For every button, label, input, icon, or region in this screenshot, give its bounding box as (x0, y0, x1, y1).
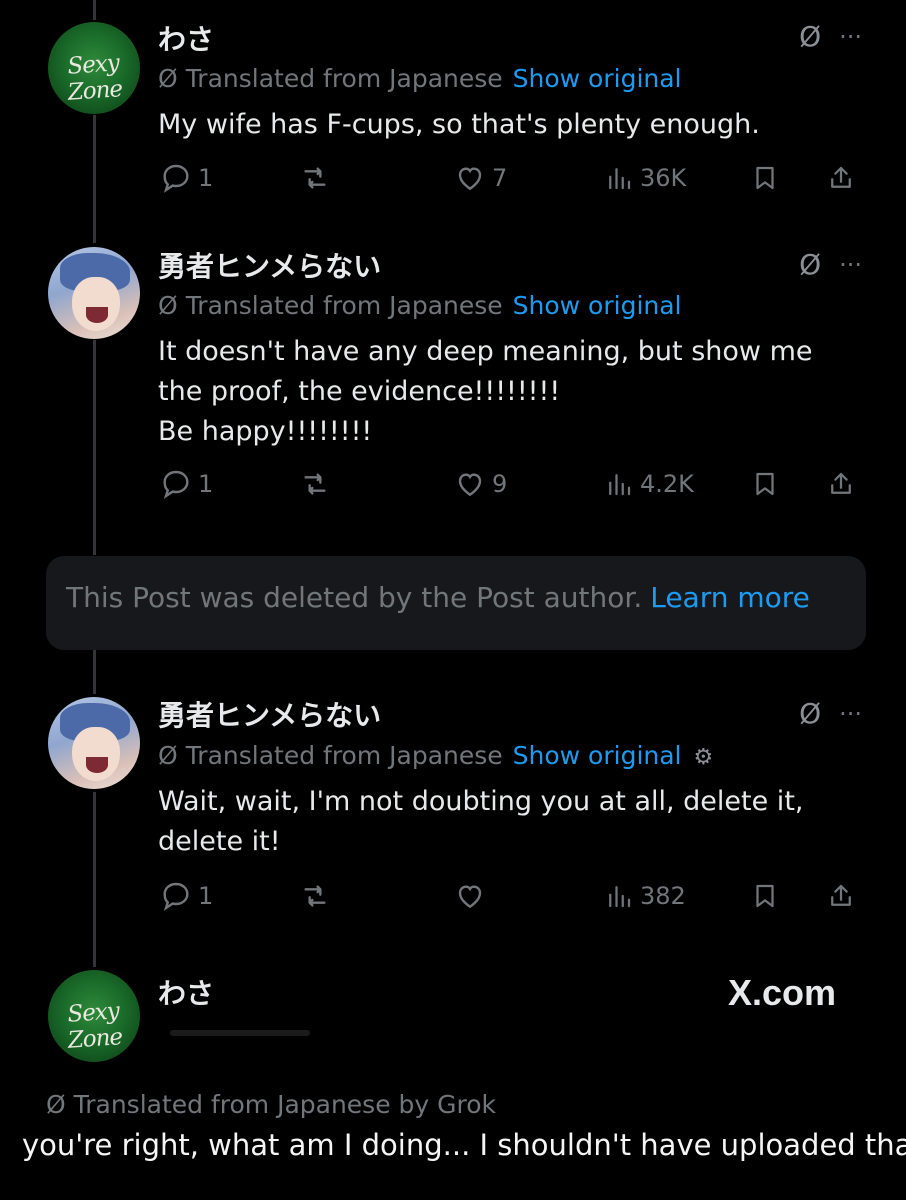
x-watermark: X.com (728, 972, 837, 1013)
grok-translation-label: Ø Translated from Japanese by Grok (46, 1090, 496, 1119)
blurred-handle (170, 1030, 310, 1036)
author-name[interactable]: わさ (158, 972, 214, 1012)
translate-icon: Ø (46, 1090, 74, 1119)
avatar-logo: Sexy Zone (66, 998, 123, 1054)
avatar[interactable]: Sexy Zone (48, 970, 140, 1062)
grok-translation-text: Translated from Japanese by Grok (73, 1090, 497, 1119)
caption: you're right, what am I doing... I shoul… (22, 1128, 906, 1162)
post-4[interactable]: Sexy Zone わさ (0, 0, 906, 1080)
